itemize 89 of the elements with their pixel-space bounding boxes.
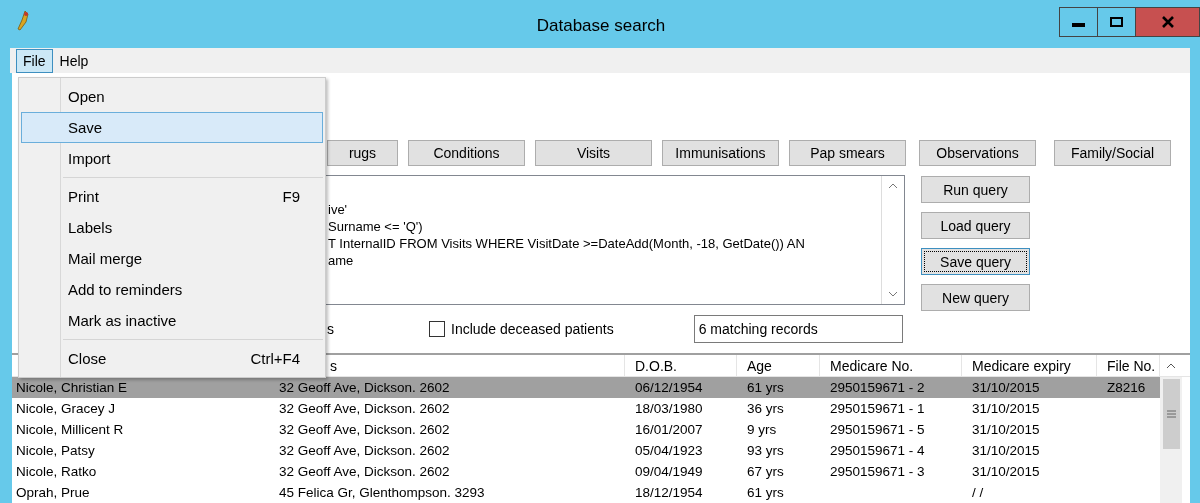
table-cell: 31/10/2015 (972, 422, 1040, 437)
table-cell: Nicole, Christian E (16, 380, 128, 395)
table-cell: 45 Felica Gr, Glenthompson. 3293 (279, 485, 485, 500)
table-cell: 2950159671 - 1 (830, 401, 925, 416)
table-row[interactable]: Nicole, Ratko 32 Geoff Ave, Dickson. 2602 09/04/1949 67 yrs 2950159671 - 3 31/10/2015 (12, 461, 1160, 482)
option-label: s (327, 321, 334, 337)
table-row[interactable]: Nicole, Gracey J 32 Geoff Ave, Dickson. 2602 18/03/1980 36 yrs 2950159671 - 1 31/10/2015 (12, 398, 1160, 419)
table-cell: 32 Geoff Ave, Dickson. 2602 (279, 380, 450, 395)
table-cell: 32 Geoff Ave, Dickson. 2602 (279, 422, 450, 437)
close-icon (1160, 16, 1175, 28)
menu-item[interactable]: File (16, 48, 53, 73)
menu-item[interactable]: Add to reminders (21, 274, 323, 305)
query-button[interactable]: Load query (921, 212, 1030, 239)
table-cell: Nicole, Ratko (16, 464, 97, 479)
category-button[interactable]: Pap smears (789, 140, 906, 166)
table-cell: Nicole, Gracey J (16, 401, 116, 416)
query-button[interactable]: Save query (921, 248, 1030, 275)
table-cell: 67 yrs (747, 464, 784, 479)
query-line: ive' (328, 201, 349, 218)
menu-item[interactable]: Print F9 (21, 181, 323, 212)
table-cell: Nicole, Millicent R (16, 422, 124, 437)
table-cell: Oprah, Prue (16, 485, 90, 500)
table-cell: 32 Geoff Ave, Dickson. 2602 (279, 464, 450, 479)
scroll-up-icon[interactable] (888, 183, 898, 189)
menu-item[interactable]: Import (21, 143, 323, 174)
table-row[interactable]: Nicole, Christian E 32 Geoff Ave, Dickson. 2602 06/12/1954 61 yrs 2950159671 - 2 31/10/2015 Z8216 (12, 377, 1160, 398)
table-cell: 2950159671 - 2 (830, 380, 925, 395)
grip-icon (1166, 410, 1176, 418)
table-cell: 18/12/1954 (635, 485, 703, 500)
menu-item[interactable]: Help (52, 48, 96, 73)
table-cell: 93 yrs (747, 443, 784, 458)
minimize-button[interactable] (1059, 7, 1098, 37)
table-cell: 32 Geoff Ave, Dickson. 2602 (279, 401, 450, 416)
table-cell: 36 yrs (747, 401, 784, 416)
checkbox[interactable] (429, 321, 445, 337)
column-header[interactable]: D.O.B. (635, 357, 677, 374)
column-header[interactable]: s (330, 357, 337, 374)
table-cell: 18/03/1980 (635, 401, 703, 416)
table-cell: 61 yrs (747, 380, 784, 395)
menu-item[interactable]: Close Ctrl+F4 (21, 343, 323, 374)
table-cell: 31/10/2015 (972, 380, 1040, 395)
category-button[interactable]: Family/Social (1054, 140, 1171, 166)
column-header[interactable]: Age (747, 357, 772, 374)
column-header[interactable]: Medicare expiry (972, 357, 1071, 374)
table-cell: 2950159671 - 4 (830, 443, 925, 458)
category-button[interactable]: Conditions (408, 140, 525, 166)
category-button[interactable]: Immunisations (662, 140, 779, 166)
maximize-button[interactable] (1097, 7, 1136, 37)
close-button[interactable] (1135, 7, 1200, 37)
table-cell: 31/10/2015 (972, 443, 1040, 458)
scroll-down-icon[interactable] (888, 291, 898, 297)
table-cell: Nicole, Patsy (16, 443, 95, 458)
table-cell: 2950159671 - 5 (830, 422, 925, 437)
query-line: Surname <= 'Q') (328, 218, 424, 235)
query-button[interactable]: Run query (921, 176, 1030, 203)
table-cell: 09/04/1949 (635, 464, 703, 479)
table-cell: Z8216 (1107, 380, 1146, 395)
checkbox-label: Include deceased patients (451, 321, 614, 337)
match-count: 6 matching records (693, 315, 903, 343)
menu-item[interactable]: Mail merge (21, 243, 323, 274)
query-line: T InternalID FROM Visits WHERE VisitDate >=DateAdd(Month, -18, GetDate()) AN (328, 235, 806, 252)
column-header[interactable]: Medicare No. (830, 357, 914, 374)
category-button[interactable]: Observations (919, 140, 1036, 166)
menu-item[interactable]: Mark as inactive (21, 305, 323, 336)
query-button[interactable]: New query (921, 284, 1030, 311)
table-cell: 2950159671 - 3 (830, 464, 925, 479)
query-line: ame (328, 252, 355, 269)
menu-item[interactable]: Open (21, 81, 323, 112)
table-cell: 06/12/1954 (635, 380, 703, 395)
category-button[interactable]: Visits (535, 140, 652, 166)
table-cell: 9 yrs (747, 422, 777, 437)
table-cell: 61 yrs (747, 485, 784, 500)
bird-icon (16, 10, 30, 32)
table-cell: 31/10/2015 (972, 401, 1040, 416)
scroll-thumb[interactable] (1162, 379, 1180, 449)
menu-item[interactable]: Labels (21, 212, 323, 243)
column-header[interactable]: File No. (1107, 357, 1156, 374)
table-row[interactable]: Oprah, Prue 45 Felica Gr, Glenthompson. 3293 18/12/1954 61 yrs / / (12, 482, 1160, 503)
table-cell: 32 Geoff Ave, Dickson. 2602 (279, 443, 450, 458)
window-title: Database search (536, 16, 666, 36)
table-cell: 16/01/2007 (635, 422, 703, 437)
table-cell: 31/10/2015 (972, 464, 1040, 479)
scroll-up-icon[interactable] (1166, 362, 1176, 369)
table-row[interactable]: Nicole, Millicent R 32 Geoff Ave, Dickson. 2602 16/01/2007 9 yrs 2950159671 - 5 31/10/2015 (12, 419, 1160, 440)
table-cell: 05/04/1923 (635, 443, 703, 458)
table-cell: / / (972, 485, 984, 500)
table-row[interactable]: Nicole, Patsy 32 Geoff Ave, Dickson. 2602 05/04/1923 93 yrs 2950159671 - 4 31/10/2015 (12, 440, 1160, 461)
category-button[interactable]: rugs (327, 140, 398, 166)
menu-item[interactable]: Save (21, 112, 323, 143)
